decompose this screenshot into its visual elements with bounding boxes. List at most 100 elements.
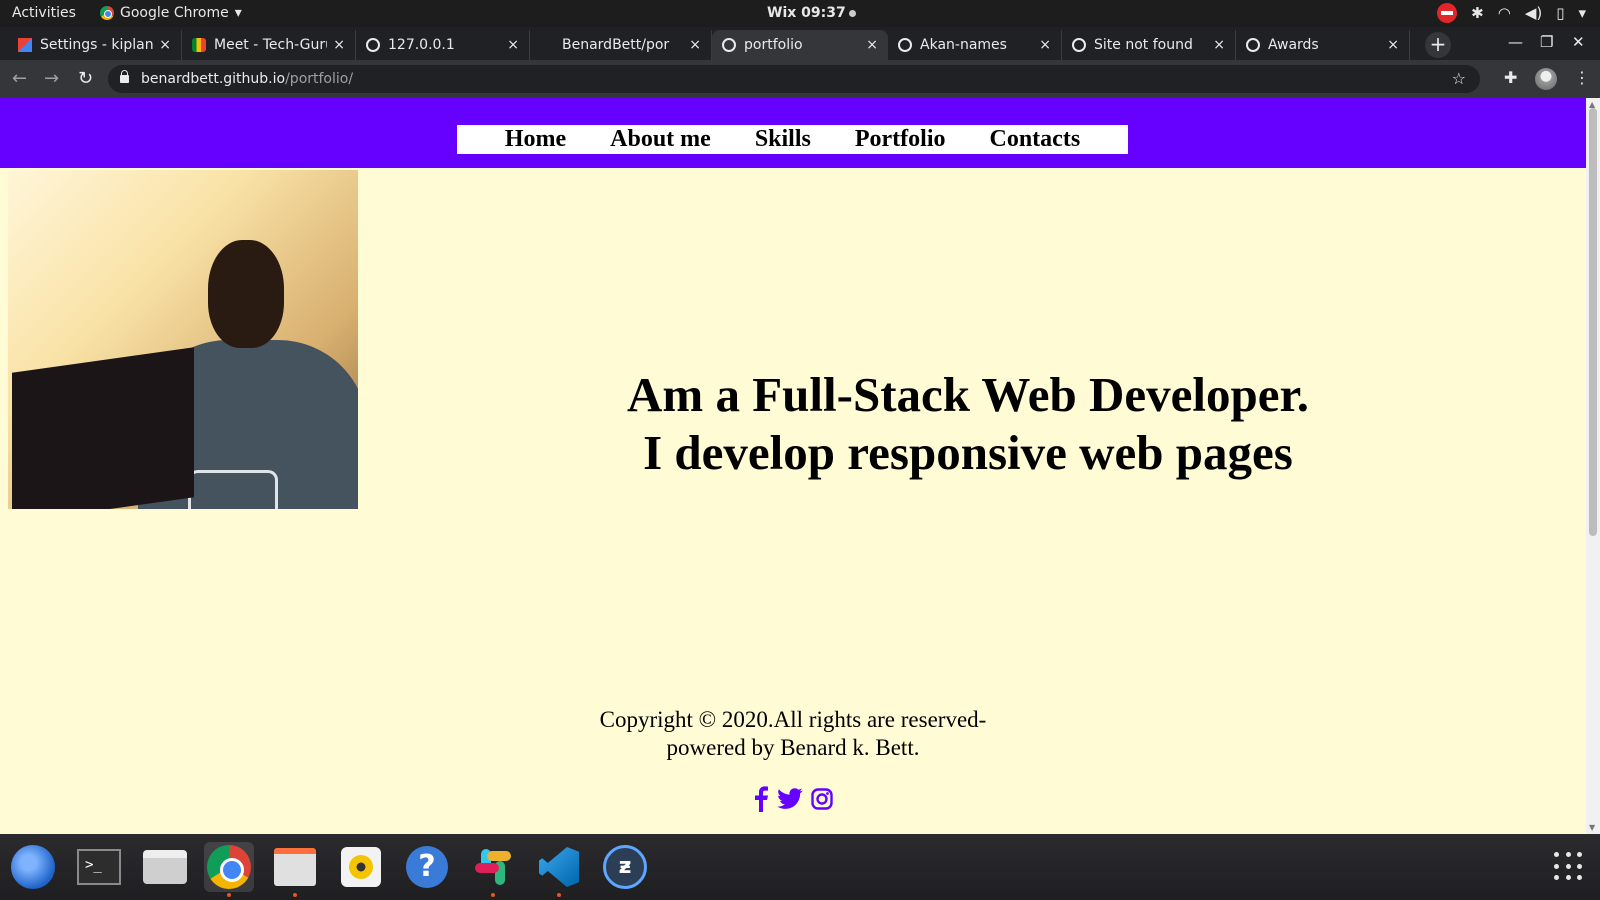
lock-icon: [120, 70, 129, 83]
scroll-down-icon[interactable]: ▼: [1589, 823, 1595, 832]
system-top-bar: Activities Google Chrome ▾ Wix 09:37 ✱ ◠…: [0, 0, 1600, 27]
dock-terminal[interactable]: >_: [74, 842, 124, 892]
slack-tray-icon[interactable]: ✱: [1471, 4, 1484, 22]
tab-strip: Settings - kiplan × Meet - Tech-Guru × 1…: [0, 27, 1600, 60]
system-tray[interactable]: ✱ ◠ ◀) ▯ ▾: [1437, 3, 1586, 23]
thunderbird-icon: [11, 845, 55, 889]
page-viewport: Home About me Skills Portfolio Contacts …: [0, 98, 1586, 834]
clock-text: Wix 09:37: [767, 5, 846, 21]
facebook-icon[interactable]: [753, 786, 769, 812]
volume-icon[interactable]: ◀): [1525, 4, 1542, 22]
tab-4[interactable]: portfolio ×: [712, 30, 888, 60]
powered-by-text: powered by Benard k. Bett.: [666, 735, 920, 760]
tab-title: Settings - kiplan: [40, 37, 154, 53]
tab-5[interactable]: Akan-names ×: [888, 30, 1062, 60]
dock-rhythmbox[interactable]: [336, 842, 386, 892]
address-bar[interactable]: benardbett.github.io/portfolio/ ☆: [108, 65, 1480, 93]
dock-app[interactable]: ƶ: [600, 842, 650, 892]
dock-vscode[interactable]: [534, 842, 584, 897]
vscode-icon: [539, 847, 579, 887]
extensions-icon[interactable]: ✚: [1504, 68, 1517, 87]
tab-title: BenardBett/por: [562, 37, 670, 53]
app-name: Google Chrome: [120, 5, 229, 21]
close-icon[interactable]: ×: [1039, 37, 1051, 53]
app-menu[interactable]: Google Chrome ▾: [100, 5, 242, 21]
page-scrollbar[interactable]: ▲ ▼: [1586, 98, 1600, 834]
close-icon[interactable]: ×: [1387, 37, 1399, 53]
close-icon[interactable]: ×: [507, 37, 519, 53]
new-tab-button[interactable]: +: [1425, 32, 1451, 58]
files-icon: [274, 848, 316, 886]
dock-printer[interactable]: [140, 842, 190, 892]
printer-icon: [143, 850, 187, 884]
battery-icon[interactable]: ▯: [1556, 4, 1564, 22]
do-not-disturb-icon[interactable]: [1437, 3, 1458, 23]
dock-files[interactable]: [270, 842, 320, 897]
reload-icon[interactable]: ↻: [78, 68, 93, 89]
restore-icon[interactable]: ❐: [1540, 33, 1553, 51]
chrome-icon: [100, 6, 114, 20]
social-links: [753, 786, 833, 812]
dock: >_ ? ƶ: [0, 834, 1600, 900]
clock[interactable]: Wix 09:37: [767, 5, 856, 21]
instagram-icon[interactable]: [811, 788, 833, 810]
nav-link-home[interactable]: Home: [505, 125, 566, 154]
tab-1[interactable]: Meet - Tech-Guru ×: [182, 30, 356, 60]
close-icon[interactable]: ×: [1213, 37, 1225, 53]
minimize-icon[interactable]: —: [1508, 33, 1523, 51]
tab-title: Site not found: [1094, 37, 1193, 53]
tab-7[interactable]: Awards ×: [1236, 30, 1410, 60]
wifi-icon[interactable]: ◠: [1498, 4, 1511, 22]
nav-link-about[interactable]: About me: [610, 125, 711, 154]
chevron-down-icon: ▾: [234, 5, 242, 21]
meet-icon: [192, 38, 206, 52]
globe-icon: [898, 38, 912, 52]
nav-link-skills[interactable]: Skills: [755, 125, 811, 154]
globe-icon: [1072, 38, 1086, 52]
chrome-icon: [207, 845, 251, 889]
tab-3[interactable]: BenardBett/por ×: [530, 30, 712, 60]
hero-heading: Am a Full-Stack Web Developer. I develop…: [568, 366, 1368, 482]
dock-chrome[interactable]: [204, 842, 254, 897]
dock-help[interactable]: ?: [402, 842, 452, 892]
url-path: /portfolio/: [285, 71, 354, 87]
forward-icon[interactable]: →: [44, 68, 59, 89]
hero-line-2: I develop responsive web pages: [643, 425, 1293, 480]
tab-0[interactable]: Settings - kiplan ×: [8, 30, 182, 60]
close-window-icon[interactable]: ✕: [1572, 33, 1585, 51]
dock-thunderbird[interactable]: [8, 842, 58, 892]
nav-link-contacts[interactable]: Contacts: [990, 125, 1081, 154]
tab-title: 127.0.0.1: [388, 37, 455, 53]
site-nav: Home About me Skills Portfolio Contacts: [457, 125, 1128, 154]
close-icon[interactable]: ×: [333, 37, 345, 53]
system-menu-chevron-icon[interactable]: ▾: [1578, 4, 1586, 22]
copyright-text: Copyright © 2020.All rights are reserved…: [599, 707, 987, 732]
scrollbar-thumb[interactable]: [1589, 108, 1597, 536]
site-header: Home About me Skills Portfolio Contacts: [0, 98, 1586, 168]
rhythmbox-icon: [341, 847, 381, 887]
tab-title: Akan-names: [920, 37, 1007, 53]
close-icon[interactable]: ×: [159, 37, 171, 53]
back-icon[interactable]: ←: [12, 68, 27, 89]
nav-link-portfolio[interactable]: Portfolio: [855, 125, 946, 154]
profile-avatar[interactable]: [1535, 68, 1557, 90]
profile-photo: [8, 170, 358, 509]
bookmark-star-icon[interactable]: ☆: [1452, 65, 1466, 93]
app-icon: ƶ: [603, 845, 647, 889]
activities-button[interactable]: Activities: [12, 5, 76, 21]
notification-dot-icon: [848, 9, 856, 17]
globe-icon: [722, 38, 736, 52]
close-icon[interactable]: ×: [689, 37, 701, 53]
browser-toolbar: ← → ↻ benardbett.github.io/portfolio/ ☆ …: [0, 60, 1600, 98]
tab-2[interactable]: 127.0.0.1 ×: [356, 30, 530, 60]
tab-6[interactable]: Site not found ×: [1062, 30, 1236, 60]
menu-kebab-icon[interactable]: ⋮: [1574, 68, 1590, 87]
gmail-icon: [18, 38, 32, 52]
site-footer: Copyright © 2020.All rights are reserved…: [0, 706, 1586, 762]
show-applications-icon[interactable]: [1554, 852, 1584, 882]
close-icon[interactable]: ×: [866, 37, 878, 53]
globe-icon: [366, 38, 380, 52]
globe-icon: [1246, 38, 1260, 52]
dock-slack[interactable]: [468, 842, 518, 897]
twitter-icon[interactable]: [777, 788, 803, 810]
